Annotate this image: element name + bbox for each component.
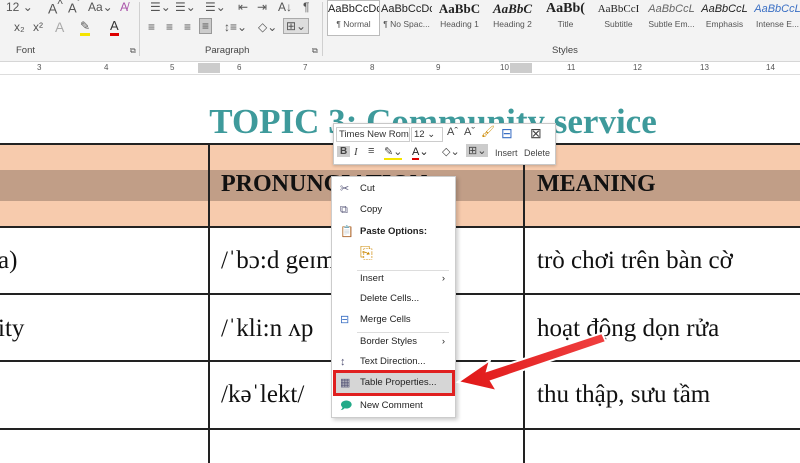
annotation-arrow	[455, 331, 608, 393]
red-arrow-icon	[455, 331, 608, 393]
